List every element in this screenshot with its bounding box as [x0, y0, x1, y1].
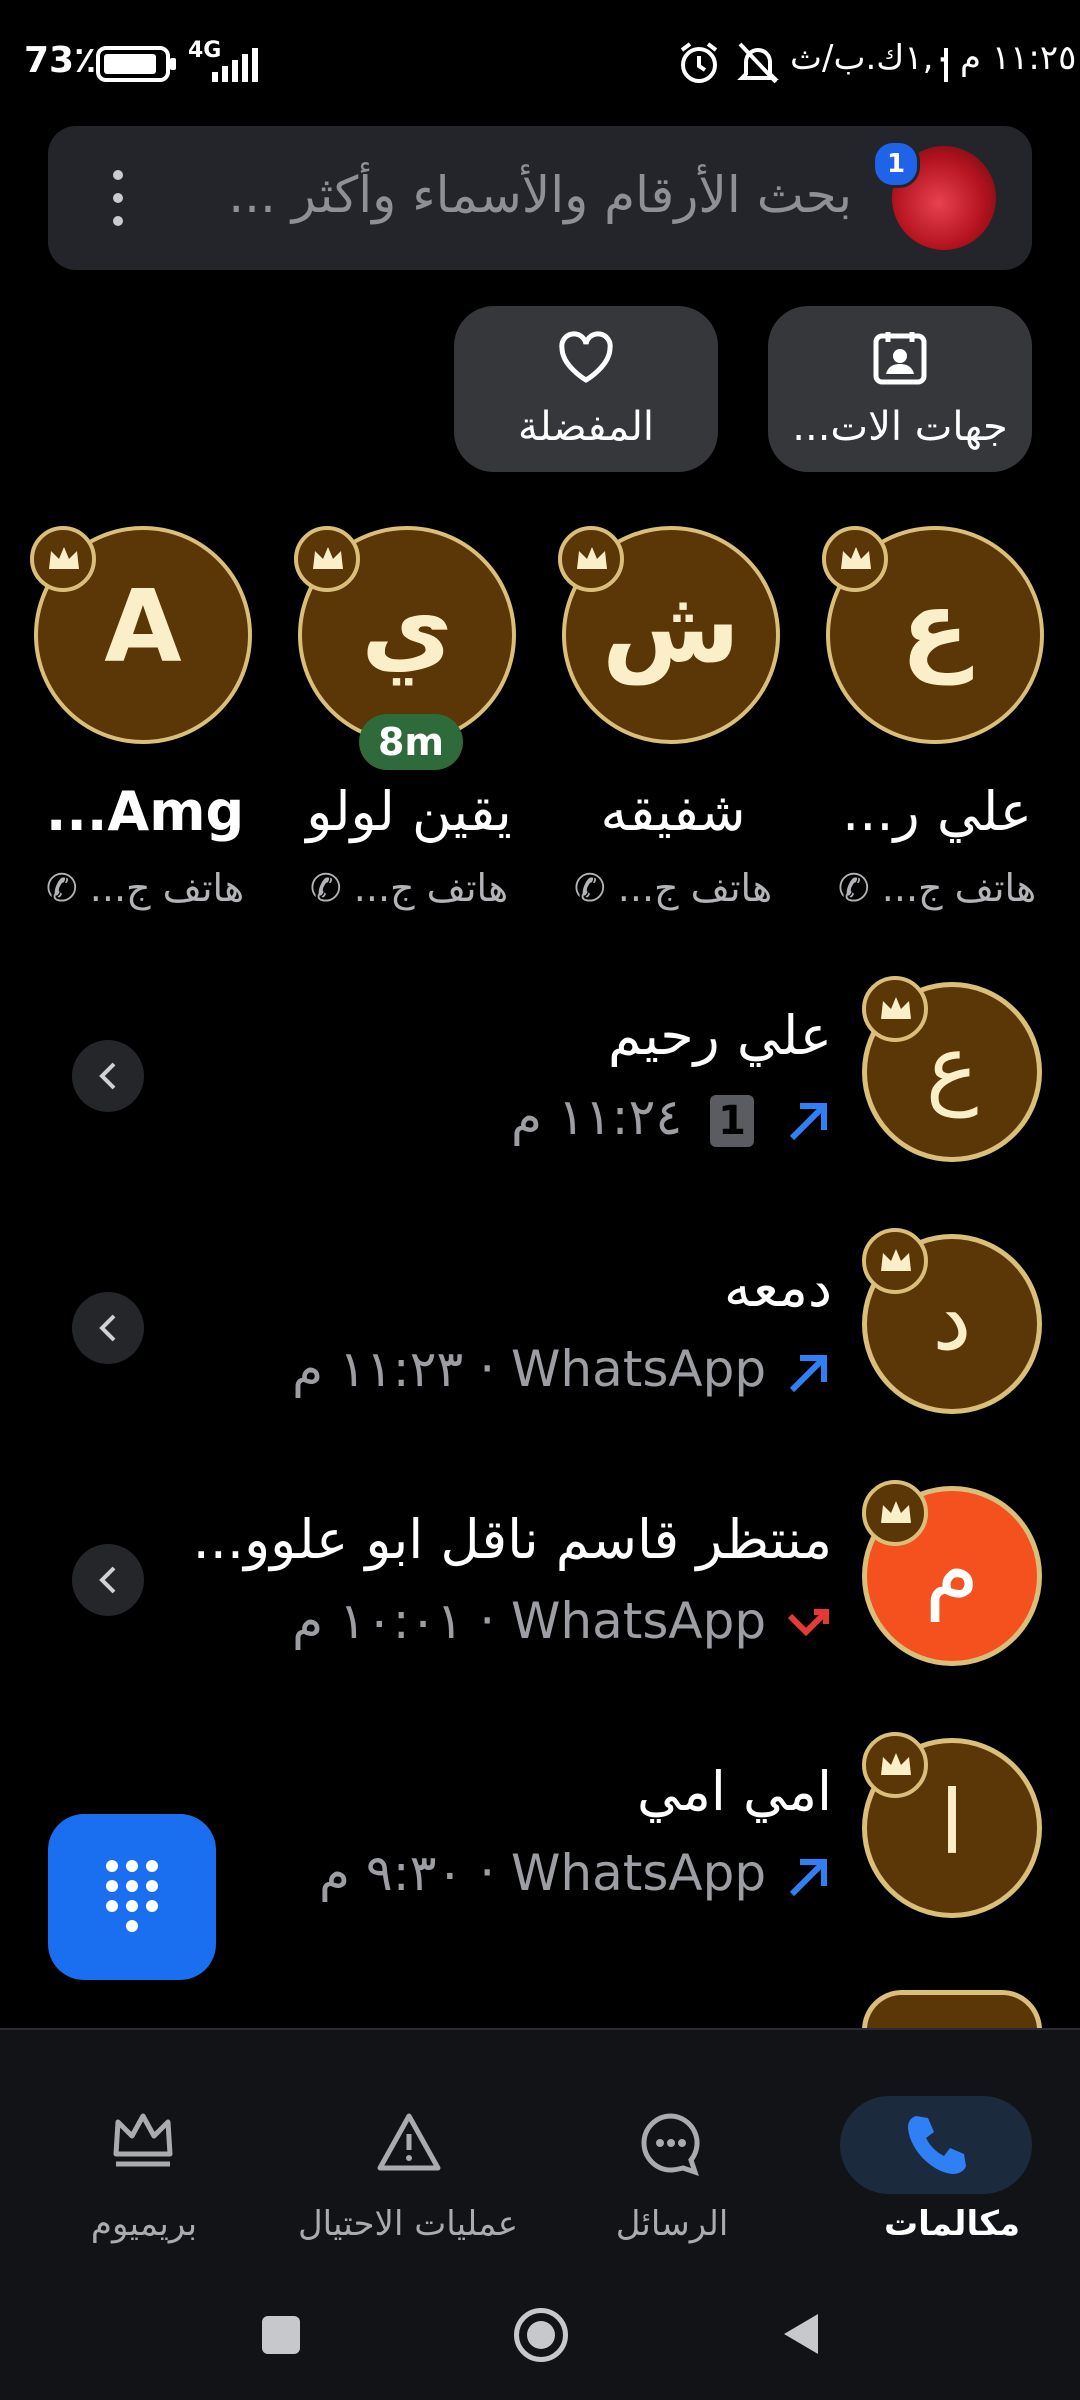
caller-name: دمعه: [724, 1256, 832, 1319]
nav-label: عمليات الاحتيال: [297, 2204, 519, 2244]
phone-small-icon: ✆: [573, 866, 606, 910]
favorite-name: Amg...: [45, 780, 245, 843]
call-log-row[interactable]: د دمعه WhatsApp · ١١:٢٣ م: [0, 1228, 1080, 1484]
phone-small-icon: ✆: [45, 866, 78, 910]
phone-small-icon: ✆: [309, 866, 342, 910]
call-meta: WhatsApp · ١٠:٠١ م: [292, 1592, 832, 1650]
outgoing-call-icon: [789, 1858, 827, 1896]
call-log-row[interactable]: م منتظر قاسم ناقل ابو علوو... WhatsApp ·…: [0, 1480, 1080, 1736]
data-speed: ١,٠ك.ب/ث: [790, 38, 952, 78]
caller-name: امي امي: [636, 1760, 832, 1823]
dialpad-icon: [106, 1860, 158, 1932]
search-placeholder[interactable]: بحث الأرقام والأسماء وأكثر ...: [228, 166, 852, 224]
favorite-phone-type: هاتف ج... ✆: [837, 866, 1037, 910]
clock: ١١:٢٥ م: [960, 38, 1077, 78]
chevron-left-icon: [99, 1062, 116, 1090]
contact-card-icon: [873, 332, 927, 385]
heart-icon: [559, 331, 613, 383]
call-meta: WhatsApp · ٩:٣٠ م: [319, 1844, 832, 1902]
dialpad-button[interactable]: [48, 1814, 216, 1980]
call-time: ١٠:٠١ م: [292, 1592, 464, 1650]
notification-badge: 1: [872, 140, 920, 188]
chat-bubble-icon: [641, 2113, 700, 2176]
call-meta: WhatsApp · ١١:٢٣ م: [292, 1340, 832, 1398]
signal-icon: [212, 48, 258, 82]
favorites-button[interactable]: المفضلة: [454, 306, 718, 472]
warning-triangle-icon: [377, 2113, 441, 2171]
favorite-phone-type: هاتف ج... ✆: [45, 866, 245, 910]
expand-button[interactable]: [72, 1040, 144, 1112]
caller-name: منتظر قاسم ناقل ابو علوو...: [192, 1508, 832, 1571]
status-bar: 73٪ 4G ١,٠ك.ب/ث ١١:٢٥ م: [0, 0, 1080, 120]
crown-icon: [113, 2113, 173, 2167]
back-icon[interactable]: [780, 2310, 822, 2358]
call-meta: 1 ١١:٢٤ م: [511, 1088, 832, 1147]
system-navigation-bar: [0, 2264, 1080, 2400]
crown-badge-icon: [30, 526, 96, 592]
call-source: WhatsApp: [510, 1340, 767, 1398]
contact-avatar-partial: [862, 1990, 1042, 2030]
nav-label: بريميوم: [90, 2204, 198, 2244]
crown-badge-icon: [862, 1228, 928, 1294]
call-time: ١١:٢٤ م: [511, 1088, 683, 1146]
favorite-contact[interactable]: A Amg... هاتف ج... ✆: [30, 526, 260, 926]
contacts-button[interactable]: جهات الات...: [768, 306, 1032, 472]
favorite-contact[interactable]: ع علي ر... هاتف ج... ✆: [822, 526, 1052, 926]
active-time-badge: 8m: [359, 714, 463, 770]
call-time: ١١:٢٣ م: [292, 1340, 464, 1398]
call-source: WhatsApp: [510, 1592, 767, 1650]
crown-badge-icon: [822, 526, 888, 592]
favorite-phone-type: هاتف ج... ✆: [309, 866, 509, 910]
crown-badge-icon: [862, 1732, 928, 1798]
outgoing-call-icon: [789, 1354, 827, 1392]
status-divider: [944, 48, 948, 82]
favorite-name: يقين لولو: [306, 780, 512, 843]
nav-messages[interactable]: الرسائل: [572, 2060, 772, 2250]
home-icon[interactable]: [514, 2308, 568, 2362]
crown-badge-icon: [862, 976, 928, 1042]
favorite-name: علي ر...: [842, 780, 1032, 843]
phone-icon: [908, 2116, 966, 2174]
outgoing-call-icon: [789, 1102, 827, 1140]
battery-icon: [96, 46, 176, 82]
expand-button[interactable]: [72, 1544, 144, 1616]
sim-badge: 1: [710, 1094, 755, 1147]
mute-bell-icon: [737, 42, 779, 84]
missed-call-icon: [787, 1608, 829, 1636]
crown-badge-icon: [558, 526, 624, 592]
favorite-contact[interactable]: ي 8m يقين لولو هاتف ج... ✆: [294, 526, 524, 926]
favorite-contact[interactable]: ش شفيقه هاتف ج... ✆: [558, 526, 788, 926]
more-options-icon[interactable]: [110, 170, 126, 230]
nav-premium[interactable]: بريميوم: [44, 2060, 244, 2250]
nav-calls[interactable]: مكالمات: [840, 2060, 1052, 2250]
chevron-left-icon: [99, 1566, 116, 1594]
nav-label: مكالمات: [883, 2204, 1021, 2244]
nav-scams[interactable]: عمليات الاحتيال: [298, 2060, 518, 2250]
recents-icon[interactable]: [262, 2316, 300, 2354]
call-time: ٩:٣٠ م: [319, 1844, 464, 1902]
favorite-name: شفيقه: [600, 780, 746, 843]
expand-button[interactable]: [72, 1292, 144, 1364]
contacts-label: جهات الات...: [792, 404, 1008, 450]
nav-label: الرسائل: [615, 2204, 729, 2244]
favorite-phone-type: هاتف ج... ✆: [573, 866, 773, 910]
phone-small-icon: ✆: [837, 866, 870, 910]
crown-badge-icon: [294, 526, 360, 592]
chevron-left-icon: [99, 1314, 116, 1342]
crown-badge-icon: [862, 1480, 928, 1546]
call-log-row[interactable]: ع علي رحيم 1 ١١:٢٤ م: [0, 976, 1080, 1232]
call-source: WhatsApp: [510, 1844, 767, 1902]
battery-percent: 73٪: [24, 40, 97, 81]
caller-name: علي رحيم: [608, 1004, 832, 1067]
alarm-icon: [680, 42, 718, 83]
bottom-navigation: مكالمات الرسائل عمليات الاحتيال بريميوم: [0, 2028, 1080, 2266]
favorites-label: المفضلة: [517, 404, 655, 450]
search-bar[interactable]: بحث الأرقام والأسماء وأكثر ... 1: [48, 126, 1032, 270]
